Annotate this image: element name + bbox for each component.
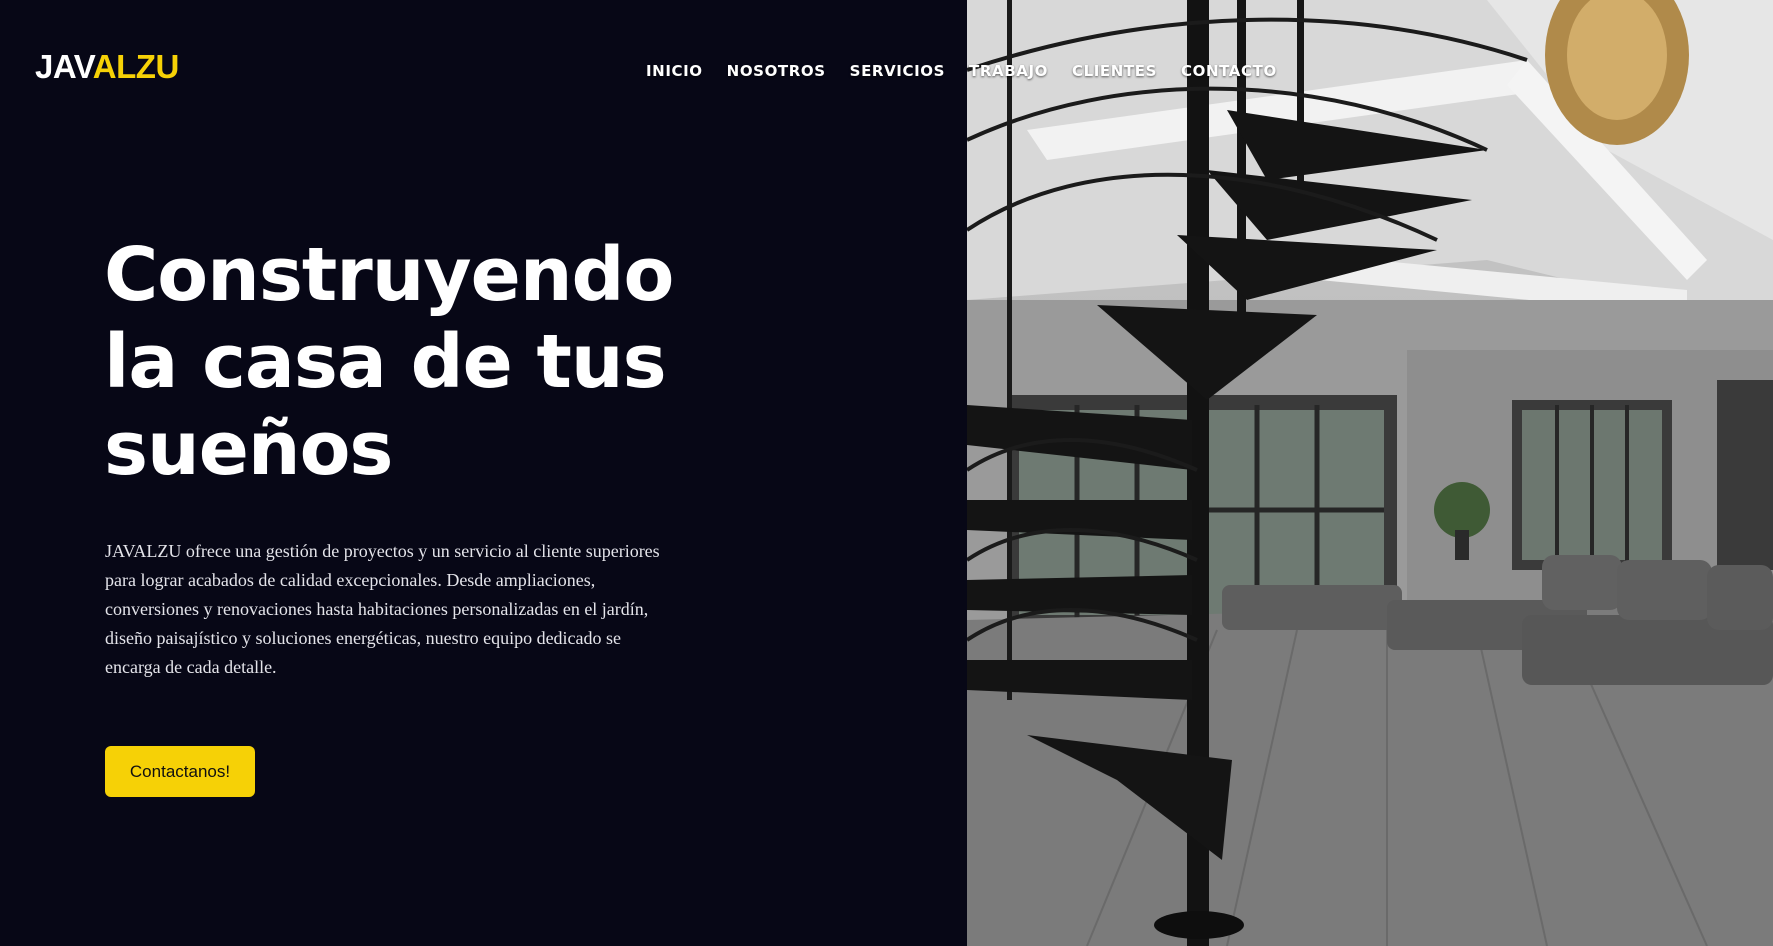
headline-line-1: Construyendo (104, 232, 674, 318)
hero-headline: Construyendo la casa de tus sueños (104, 232, 744, 493)
nav-item-servicios[interactable]: SERVICIOS (850, 62, 945, 84)
main-navigation: INICIO NOSOTROS SERVICIOS TRABAJO CLIENT… (646, 62, 1301, 84)
nav-item-nosotros[interactable]: NOSOTROS (727, 62, 826, 84)
hero-interior-image (967, 0, 1773, 946)
site-logo[interactable]: JAVALZU (35, 50, 179, 83)
nav-item-contacto[interactable]: CONTACTO (1181, 62, 1277, 84)
hero-description: JAVALZU ofrece una gestión de proyectos … (105, 541, 660, 677)
nav-item-inicio[interactable]: INICIO (646, 62, 703, 84)
logo-text-primary: JAV (35, 48, 93, 85)
logo-text-accent: ALZU (92, 48, 179, 85)
headline-line-2: la casa de tus (104, 319, 667, 405)
contact-cta-button[interactable]: Contactanos! (105, 746, 255, 797)
headline-line-3: sueños (104, 406, 393, 492)
nav-item-clientes[interactable]: CLIENTES (1072, 62, 1157, 84)
nav-item-trabajo[interactable]: TRABAJO (969, 62, 1048, 84)
